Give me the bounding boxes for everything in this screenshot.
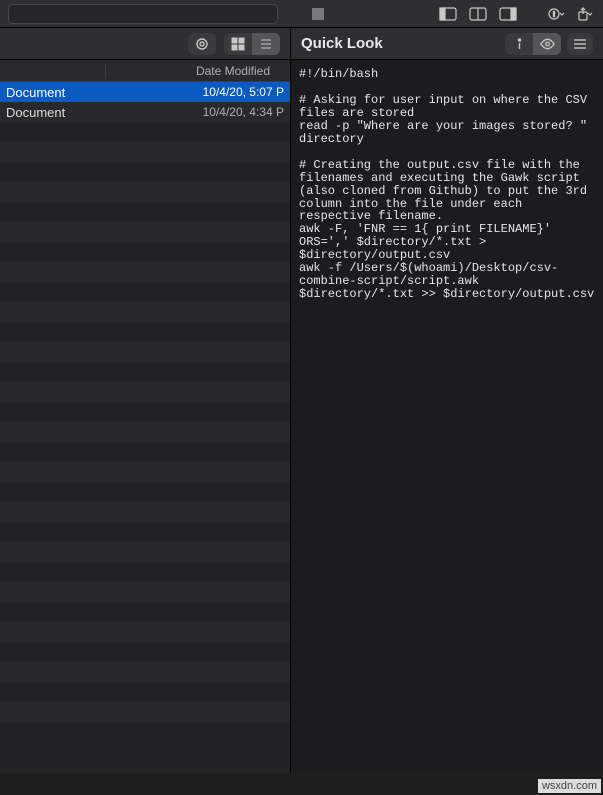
stop-icon[interactable] [312,8,324,20]
table-row[interactable]: Document 10/4/20, 4:34 P [0,102,290,122]
table-row [0,302,290,322]
view-mode-segment [224,33,280,55]
table-row [0,622,290,642]
table-row [0,662,290,682]
quicklook-title: Quick Look [301,35,499,52]
table-row [0,502,290,522]
table-row [0,702,290,722]
file-browser-panel: Date Modified Document 10/4/20, 5:07 P D… [0,28,290,773]
table-row [0,222,290,242]
table-row [0,582,290,602]
table-row [0,602,290,622]
table-row [0,242,290,262]
table-row [0,722,290,742]
table-row [0,422,290,442]
search-input[interactable] [8,4,278,24]
preview-button[interactable] [533,33,561,55]
table-row [0,262,290,282]
panel-split-icon[interactable] [467,5,489,23]
table-row [0,482,290,502]
file-list: Document 10/4/20, 5:07 P Document 10/4/2… [0,82,290,773]
file-browser-toolbar [0,28,290,60]
layout-buttons [437,5,519,23]
more-options-icon[interactable] [545,5,567,23]
table-row [0,122,290,142]
window-toolbar [0,0,603,28]
file-date: 10/4/20, 5:07 P [203,85,284,99]
table-row [0,362,290,382]
table-row [0,342,290,362]
table-row [0,642,290,662]
table-row [0,382,290,402]
tags-button[interactable] [188,33,216,55]
table-row [0,142,290,162]
file-name: Document [6,85,203,100]
file-date: 10/4/20, 4:34 P [203,105,284,119]
table-row [0,182,290,202]
quicklook-panel: Quick Look #!/bin/bash # Asking for user… [290,28,603,773]
watermark: wsxdn.com [538,779,601,793]
table-row [0,402,290,422]
list-view-button[interactable] [252,33,280,55]
table-row [0,202,290,222]
file-name: Document [6,105,203,120]
table-row [0,562,290,582]
quicklook-menu-button[interactable] [567,33,593,55]
quicklook-header: Quick Look [291,28,603,60]
table-row [0,322,290,342]
table-row[interactable]: Document 10/4/20, 5:07 P [0,82,290,102]
column-header-label: Date Modified [196,64,270,78]
icon-view-button[interactable] [224,33,252,55]
table-row [0,162,290,182]
table-row [0,442,290,462]
table-row [0,522,290,542]
table-row [0,282,290,302]
column-header-date[interactable]: Date Modified [0,60,290,82]
share-icon[interactable] [573,5,595,23]
panel-right-icon[interactable] [497,5,519,23]
table-row [0,462,290,482]
file-preview-content: #!/bin/bash # Asking for user input on w… [291,60,603,773]
table-row [0,542,290,562]
panel-left-icon[interactable] [437,5,459,23]
info-button[interactable] [505,33,533,55]
quicklook-view-segment [505,33,561,55]
table-row [0,682,290,702]
